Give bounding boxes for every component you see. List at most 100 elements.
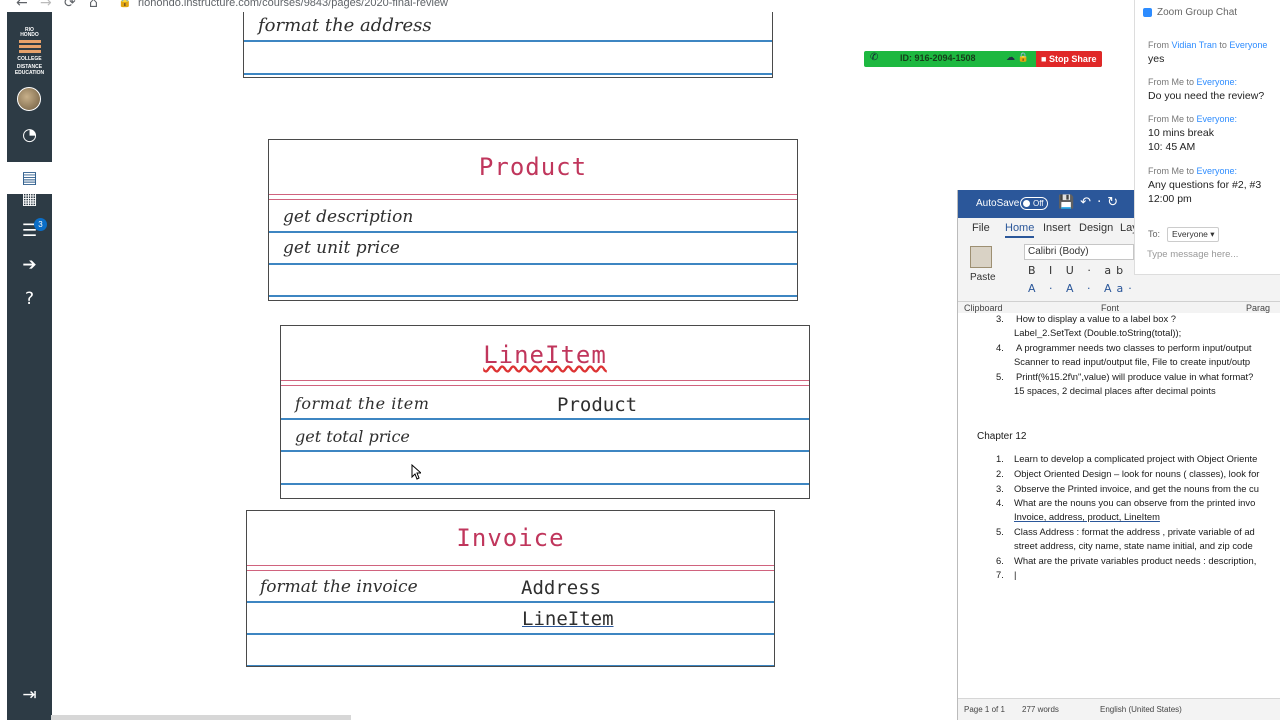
uml-invoice-class: Invoice format the invoice Address LineI… xyxy=(246,510,775,667)
paste-button[interactable]: Paste xyxy=(970,272,996,283)
logo-mark xyxy=(19,40,41,54)
back-icon[interactable]: ← xyxy=(16,0,28,11)
lock-icon: 🔒 xyxy=(118,0,132,8)
list-item: Class Address : format the address , pri… xyxy=(1014,526,1255,537)
uml-class-name: Product xyxy=(478,153,588,181)
uml-lineitem-class: LineItem format the item Product get tot… xyxy=(280,325,810,499)
list-number: 6. xyxy=(996,555,1004,566)
word-count[interactable]: 277 words xyxy=(1022,705,1059,714)
forward-icon[interactable]: → xyxy=(40,0,52,11)
divider xyxy=(247,601,774,603)
list-number: 5. xyxy=(996,371,1004,382)
divider xyxy=(247,565,774,566)
tab-design[interactable]: Design xyxy=(1079,222,1113,234)
horizontal-scrollbar[interactable] xyxy=(51,715,351,720)
chat-sender: From Me to Everyone: xyxy=(1148,166,1237,176)
list-number: 4. xyxy=(996,497,1004,508)
uml-method: format the item xyxy=(295,394,430,413)
format-buttons[interactable]: A · A · Aa· xyxy=(1028,282,1137,295)
address-bar[interactable]: riohondo.instructure.com/courses/9843/pa… xyxy=(138,0,448,9)
browser-toolbar: ← → ⟳ ⌂ 🔒 riohondo.instructure.com/cours… xyxy=(0,0,1280,12)
divider xyxy=(281,380,809,381)
list-item-sub: 15 spaces, 2 decimal places after decima… xyxy=(1014,385,1216,396)
logo-text: COLLEGE xyxy=(17,56,42,62)
account-avatar[interactable] xyxy=(17,87,41,111)
language[interactable]: English (United States) xyxy=(1100,705,1182,714)
collapse-nav-icon[interactable]: ⇥ xyxy=(7,680,52,710)
tab-insert[interactable]: Insert xyxy=(1043,222,1071,234)
uml-method: get total price xyxy=(295,427,410,446)
uml-method: format the invoice xyxy=(260,577,418,597)
dashboard-icon[interactable]: ◔ xyxy=(7,120,52,150)
college-logo[interactable]: RIO HONDO COLLEGE DISTANCE EDUCATION xyxy=(7,26,52,86)
list-item: What are the private variables product n… xyxy=(1014,555,1257,566)
reload-icon[interactable]: ⟳ xyxy=(64,0,76,11)
from-label: From Me to xyxy=(1148,77,1197,87)
autosave-state: Off xyxy=(1033,199,1044,208)
chat-title: Zoom Group Chat xyxy=(1157,7,1238,18)
list-number: 3. xyxy=(996,313,1004,324)
home-icon[interactable]: ⌂ xyxy=(89,0,98,11)
list-item-sub: street address, city name, state name in… xyxy=(1014,540,1253,551)
tab-file[interactable]: File xyxy=(972,222,990,234)
divider xyxy=(281,450,809,452)
help-icon[interactable]: ? xyxy=(7,284,52,314)
zoom-share-toolbar: ✆ ID: 916-2094-1508 ☁ 🔒 ■ Stop Share xyxy=(864,51,1102,67)
chat-message-input[interactable]: Type message here... xyxy=(1147,249,1238,260)
chat-message: 10: 45 AM xyxy=(1148,141,1196,153)
chat-message: Do you need the review? xyxy=(1148,90,1265,102)
divider xyxy=(269,231,797,233)
chevron-down-icon: ▾ xyxy=(1210,229,1215,239)
calendar-icon[interactable]: ▦ xyxy=(7,184,52,214)
meeting-id: ID: 916-2094-1508 xyxy=(900,53,976,63)
chat-message: yes xyxy=(1148,53,1165,65)
chat-recipient-select[interactable]: Everyone ▾ xyxy=(1167,227,1219,242)
cloud-lock-icon: ☁ 🔒 xyxy=(1006,52,1029,62)
divider xyxy=(244,40,772,42)
chat-sender: From Vidian Tran to Everyone xyxy=(1148,40,1267,50)
mouse-cursor-icon xyxy=(411,464,421,480)
from-label: From Me to xyxy=(1148,114,1197,124)
list-number: 4. xyxy=(996,342,1004,353)
chat-to-label: To: xyxy=(1148,229,1161,239)
list-item: What are the nouns you can observe from … xyxy=(1014,497,1256,508)
list-number: 5. xyxy=(996,526,1004,537)
inbox-badge: 3 xyxy=(34,218,47,231)
document-heading: Chapter 12 xyxy=(977,431,1027,442)
uml-type: Product xyxy=(557,394,638,416)
autosave-toggle[interactable]: Off xyxy=(1020,197,1048,210)
chat-message: 10 mins break xyxy=(1148,127,1214,139)
global-nav: RIO HONDO COLLEGE DISTANCE EDUCATION ◔ ▤… xyxy=(7,12,52,720)
list-number: 3. xyxy=(996,483,1004,494)
uml-class-name: LineItem xyxy=(281,341,809,369)
to-label: to xyxy=(1216,40,1230,50)
chat-message: Any questions for #2, #3 xyxy=(1148,179,1262,191)
divider xyxy=(281,483,809,485)
stop-share-button[interactable]: ■ Stop Share xyxy=(1036,51,1102,67)
divider xyxy=(269,194,797,195)
divider xyxy=(269,295,797,297)
list-item: Object Oriented Design – look for nouns … xyxy=(1014,468,1260,479)
uml-method: get description xyxy=(283,207,414,227)
list-number: 1. xyxy=(996,453,1004,464)
quick-access-icons[interactable]: 💾↶·↻ xyxy=(1058,195,1124,210)
text-cursor: | xyxy=(1014,569,1017,580)
document-body[interactable]: 3. How to display a value to a label box… xyxy=(958,313,1280,698)
group-paragraph-label: Parag xyxy=(1246,303,1271,313)
list-item-sub: Label_2.SetText (Double.toString(total))… xyxy=(1014,327,1182,338)
font-name-select[interactable]: Calibri (Body) xyxy=(1024,244,1134,260)
list-item: Learn to develop a complicated project w… xyxy=(1014,453,1258,464)
tab-home[interactable]: Home xyxy=(1005,222,1035,238)
paste-icon[interactable] xyxy=(970,246,992,268)
list-item: How to display a value to a label box ? xyxy=(1016,313,1176,324)
chat-sender: From Me to Everyone: xyxy=(1148,114,1237,124)
list-item: Printf(%15.2f\n",value) will produce val… xyxy=(1016,371,1254,382)
list-number: 7. xyxy=(996,569,1004,580)
chat-message: 12:00 pm xyxy=(1148,193,1192,205)
commons-icon[interactable]: ➔ xyxy=(7,250,52,280)
recipient-name: Everyone xyxy=(1229,40,1268,50)
divider xyxy=(269,199,797,200)
group-clipboard-label: Clipboard xyxy=(964,303,1003,313)
chat-sender: From Me to Everyone: xyxy=(1148,77,1237,87)
divider xyxy=(244,73,772,75)
